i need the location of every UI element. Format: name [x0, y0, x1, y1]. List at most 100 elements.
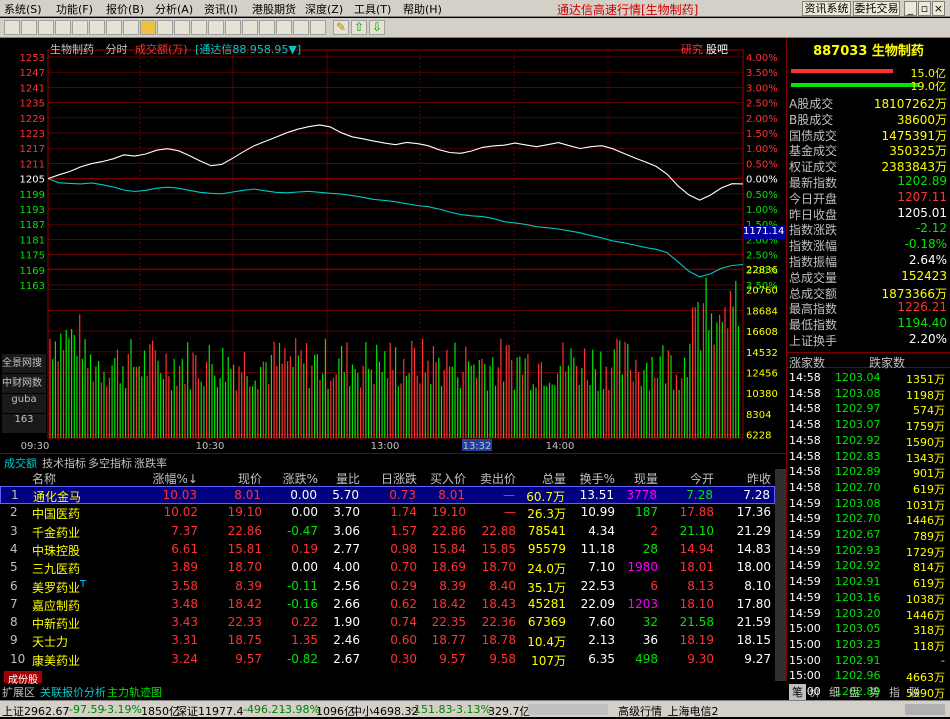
screen-icon[interactable] [293, 20, 309, 35]
restore-icon[interactable]: ▫ [918, 1, 931, 16]
menu-tools[interactable]: 工具(T) [354, 1, 391, 17]
down-count-label: 跌家数 [869, 356, 906, 370]
table-cell: 0.98 [390, 541, 417, 556]
table-row[interactable]: 3 千金药业 7.37 22.86 -0.47 3.06 1.57 22.86 22.88 785… [0, 523, 775, 541]
news-system-button[interactable]: 资讯系统 [802, 1, 851, 16]
table-cell: 1.90 [333, 615, 360, 630]
trade-button[interactable]: 委托交易 [853, 1, 900, 16]
table-cell: 9.27 [744, 651, 771, 666]
mail-icon[interactable] [123, 20, 139, 35]
arrow-down-icon[interactable]: ⇩ [369, 20, 385, 35]
info-icon[interactable] [106, 20, 122, 35]
pct-tick: 0.00% [746, 175, 778, 186]
tick-row: 14:59 1202.67 789万 [789, 528, 947, 544]
table-row[interactable]: 4 中珠控股 6.61 15.81 0.19 2.77 0.98 15.84 15.85 9557… [0, 541, 775, 559]
column-header[interactable]: 现量 [634, 470, 658, 487]
f10-icon[interactable] [89, 20, 105, 35]
panel-tab[interactable]: 联 [909, 684, 920, 700]
table-icon[interactable] [208, 20, 224, 35]
table-cell: 18.75 [227, 633, 262, 648]
column-header[interactable]: 卖出价 [480, 470, 516, 487]
table-cell: 22.86 [227, 523, 262, 538]
minimize-icon[interactable]: _ [904, 1, 917, 16]
guba-link[interactable]: 股吧 [706, 41, 728, 57]
print-icon[interactable] [242, 20, 258, 35]
column-header[interactable]: 日涨跌 [381, 470, 417, 487]
side-btn-163[interactable]: 163 [2, 414, 46, 433]
tool-icon[interactable] [259, 20, 275, 35]
table-row[interactable]: 6 美罗药业T 3.58 8.39 -0.11 2.56 0.29 8.39 8.40 35.1万… [0, 578, 775, 596]
back-icon[interactable] [4, 20, 20, 35]
tick-price: 1202.91 [835, 575, 881, 589]
panel-tab[interactable]: 价 [809, 684, 820, 700]
column-header[interactable]: 换手% [580, 470, 615, 487]
menu-help[interactable]: 帮助(H) [403, 1, 442, 17]
column-header[interactable]: 买入价 [430, 470, 466, 487]
column-header[interactable]: 总量 [542, 470, 566, 487]
zoom-icon[interactable] [276, 20, 292, 35]
table-cell: 0.62 [390, 596, 417, 611]
table-cell: 7.60 [588, 615, 615, 630]
forward-icon[interactable] [21, 20, 37, 35]
menu-function[interactable]: 功能(F) [56, 1, 93, 17]
table-cell: 千金药业 [32, 525, 81, 540]
column-header[interactable]: 昨收 [747, 470, 771, 487]
kline-icon[interactable] [55, 20, 71, 35]
tab-extension[interactable]: 扩展区 [2, 684, 35, 700]
panel-tab[interactable]: 盘 [849, 684, 860, 700]
column-header[interactable]: 量比 [336, 470, 360, 487]
table-scrollbar[interactable] [775, 469, 786, 681]
grid-icon[interactable] [157, 20, 173, 35]
side-btn-zhongcai[interactable]: 中财网数 [2, 374, 46, 393]
table-row[interactable]: 1 通化金马 10.03 8.01 0.00 5.70 0.73 8.01 — 60.7万 13.5… [0, 486, 775, 504]
tab-main-force[interactable]: 主力轨迹图 [107, 684, 162, 700]
menu-quote[interactable]: 报价(B) [106, 1, 144, 17]
table-row[interactable]: 8 中新药业 3.43 22.33 0.22 1.90 0.74 22.35 22.36 6736… [0, 614, 775, 632]
tab-constituents[interactable]: 成份股 [4, 671, 42, 686]
panel-tab[interactable]: 势 [869, 684, 880, 700]
folder-icon[interactable] [140, 20, 156, 35]
close-icon[interactable]: × [932, 1, 945, 16]
table-row[interactable]: 10 康美药业 3.24 9.57 -0.82 2.67 0.30 9.57 9.58 107万 6… [0, 651, 775, 669]
tick-price: 1202.92 [835, 433, 881, 447]
column-header[interactable]: 涨跌% [283, 470, 318, 487]
column-header[interactable]: 名称 [32, 470, 56, 487]
table-row[interactable]: 9 天士力 3.31 18.75 1.35 2.46 0.60 18.77 18.78 10.4万… [0, 632, 775, 650]
table-row[interactable]: 2 中国医药 10.02 19.10 0.00 3.70 1.74 19.10 — 26.3万 10… [0, 504, 775, 522]
menu-analysis[interactable]: 分析(A) [155, 1, 193, 17]
column-header[interactable]: 今开 [690, 470, 714, 487]
table-cell: 35.1万 [527, 580, 566, 595]
tick-amount: 619万 [913, 577, 945, 591]
side-btn-quanjing[interactable]: 全景网搜 [2, 354, 46, 373]
stock-icon[interactable] [310, 20, 326, 35]
zx-pct: -3.13% [452, 703, 491, 716]
menu-info[interactable]: 资讯(I) [204, 1, 238, 17]
window2-icon[interactable] [191, 20, 207, 35]
column-header[interactable]: 涨幅%↓ [153, 470, 198, 487]
tdx-index-label[interactable]: [通达信88 958.95▼] [195, 43, 301, 56]
chart-icon[interactable] [38, 20, 54, 35]
intraday-chart[interactable]: 1253 4.00% 1247 3.50% 1241 3.00% 1235 2.50% 1229… [0, 38, 786, 483]
stat-value: 1207.11 [897, 189, 947, 204]
panel-tab[interactable]: 笔 [789, 684, 806, 700]
research-link[interactable]: 研究 [681, 41, 703, 57]
tab-related-quote[interactable]: 关联报价分析 [40, 684, 106, 700]
panel-tab[interactable]: 指 [889, 684, 900, 700]
table-cell: 3.31 [171, 633, 198, 648]
menu-system[interactable]: 系统(S) [4, 1, 42, 17]
table-row[interactable]: 5 三九医药 3.89 18.70 0.00 4.00 0.70 18.69 18.70 24.0… [0, 559, 775, 577]
tick-amount: 1590万 [906, 435, 945, 449]
arrow-up-icon[interactable]: ⇧ [351, 20, 367, 35]
pen-icon[interactable]: ✎ [333, 20, 349, 35]
time-tick: 13:32 [463, 441, 492, 452]
panel-tab[interactable]: 细 [829, 684, 840, 700]
column-header[interactable]: 现价 [238, 470, 262, 487]
table-row[interactable]: 7 嘉应制药 3.48 18.42 -0.16 2.66 0.62 18.42 18.43 452… [0, 596, 775, 614]
window-icon[interactable] [174, 20, 190, 35]
calc-icon[interactable] [225, 20, 241, 35]
menu-hk-futures[interactable]: 港股期货 [252, 1, 296, 17]
side-btn-guba[interactable]: guba [2, 394, 46, 413]
menu-depth[interactable]: 深度(Z) [305, 1, 343, 17]
tick-price: 1203.08 [835, 496, 881, 510]
list-icon[interactable] [72, 20, 88, 35]
